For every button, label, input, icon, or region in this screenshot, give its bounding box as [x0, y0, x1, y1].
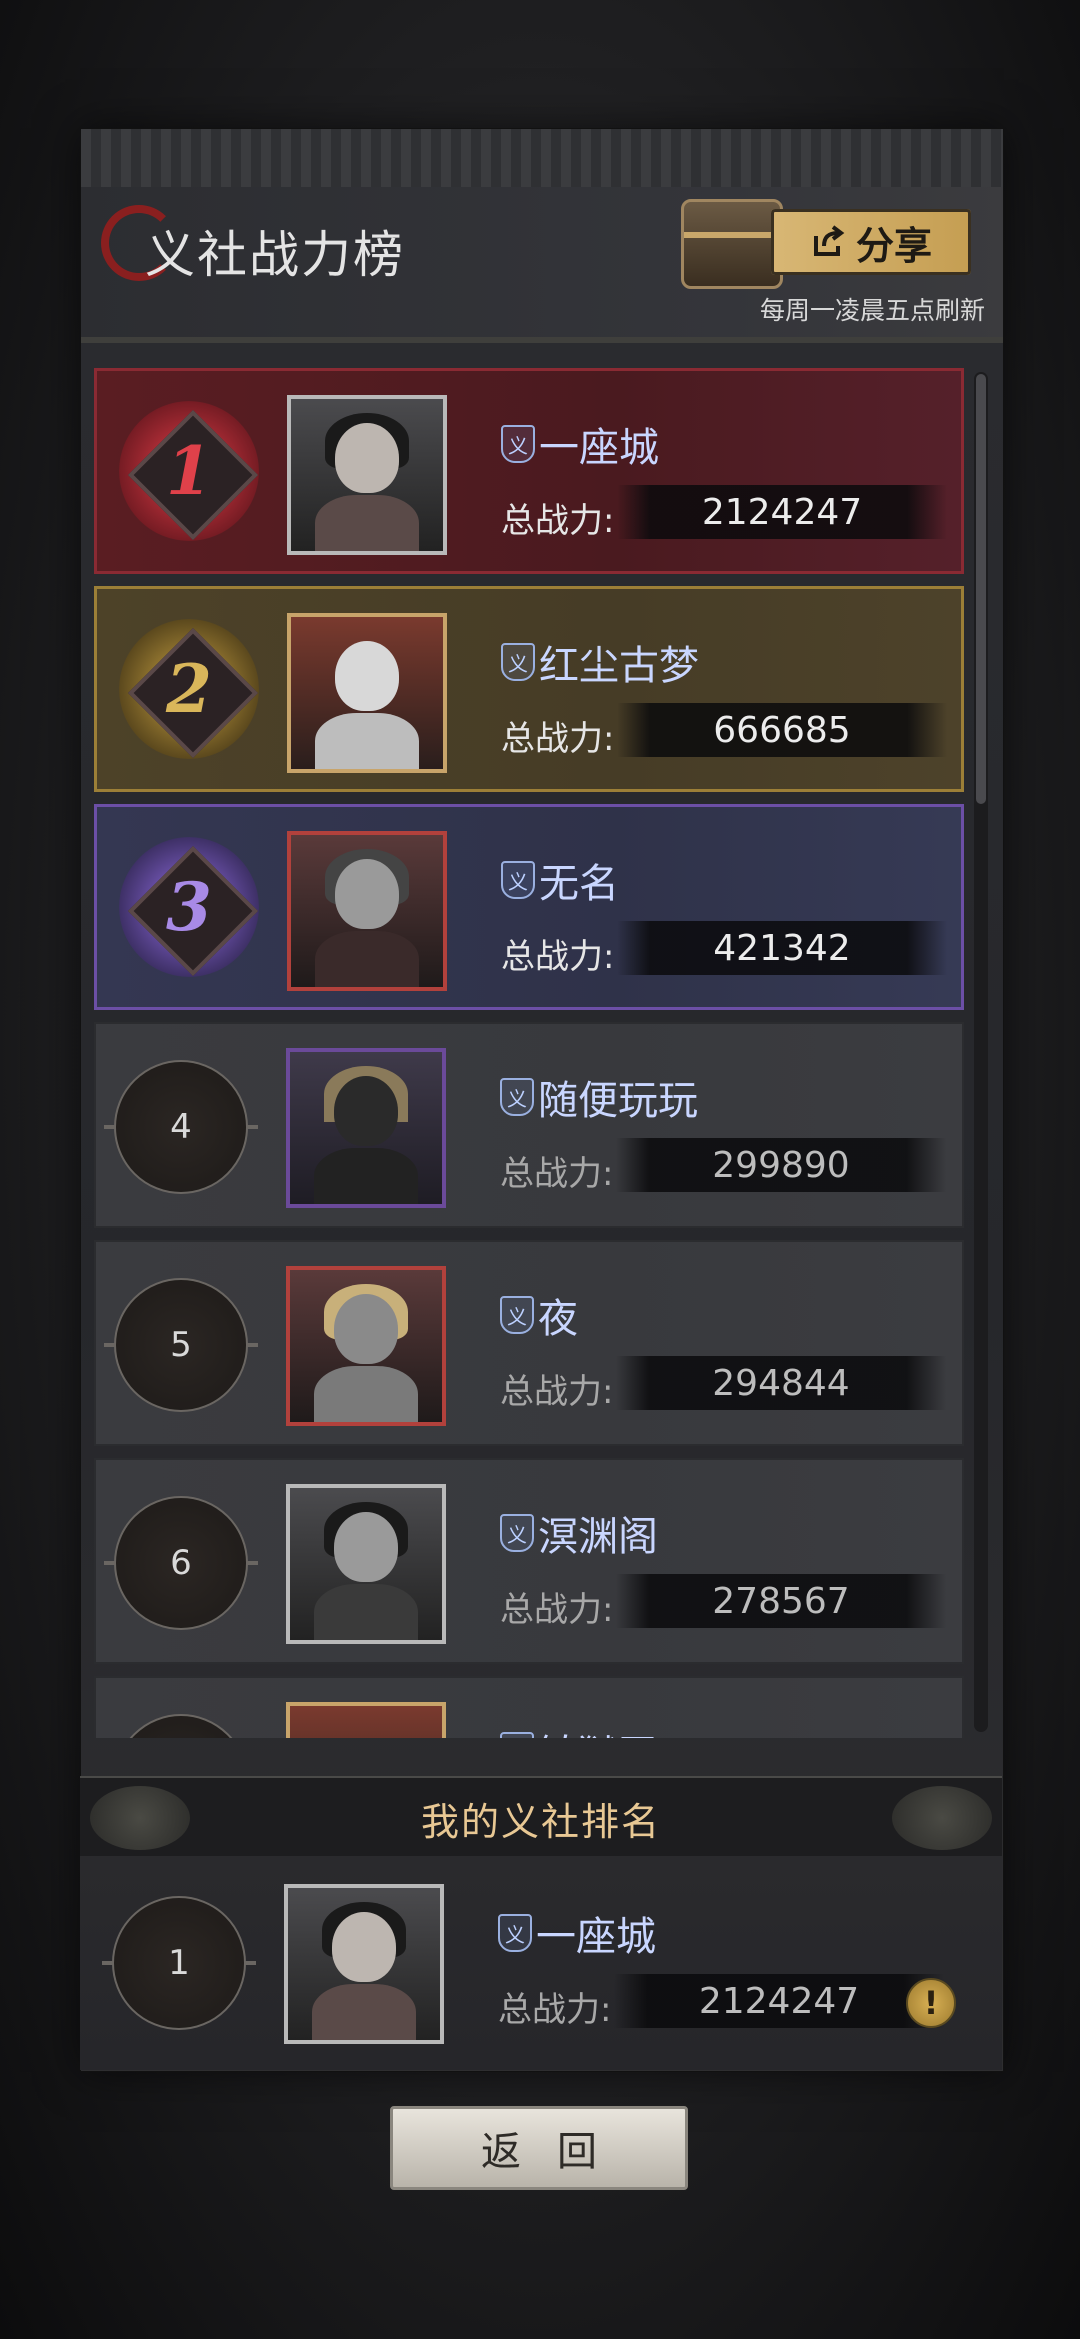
guild-name: 溟渊阁 — [538, 1514, 658, 1560]
guild-name: 无名 — [539, 861, 619, 907]
guild-avatar[interactable] — [286, 1048, 446, 1208]
rank-number: 1 — [102, 1896, 256, 2030]
guild-name-row: 义 随便玩玩 — [500, 1068, 698, 1126]
panel-header: 义社战力榜 分享 每周一凌晨五点刷新 — [81, 187, 1003, 343]
ranking-row-4[interactable]: 4 义 随便玩玩 总战力: 299890 — [94, 1022, 964, 1228]
rank-number: 5 — [104, 1278, 258, 1412]
guild-name-row: 义 无名 — [501, 851, 619, 909]
power-value: 421342 — [617, 921, 947, 975]
power-value: 278567 — [616, 1574, 946, 1628]
power-value: 299890 — [616, 1138, 946, 1192]
refresh-note: 每周一凌晨五点刷新 — [759, 296, 985, 325]
info-warning-icon[interactable]: ! — [906, 1978, 956, 2028]
guild-badge-icon: 义 — [498, 1914, 532, 1952]
cloud-ornament-icon — [90, 1786, 190, 1850]
rank-number: 7 — [114, 1714, 248, 1738]
ranking-row-2[interactable]: 2 义 红尘古梦 总战力: 666685 — [94, 586, 964, 792]
rank-medal-3: 3 — [119, 837, 259, 977]
page-title: 义社战力榜 — [145, 226, 405, 284]
rank-medal-1: 1 — [119, 401, 259, 541]
guild-name: 镇狱司 — [538, 1722, 658, 1738]
guild-name-row: 义 镇狱司 — [500, 1722, 658, 1738]
power-label: 总战力: — [500, 1590, 614, 1630]
power-value: 666685 — [617, 703, 947, 757]
rank-number: 3 — [166, 868, 212, 946]
scrollbar-thumb[interactable] — [976, 374, 986, 804]
rank-number: 2 — [166, 650, 212, 728]
ranking-row-3[interactable]: 3 义 无名 总战力: 421342 — [94, 804, 964, 1010]
rank-number: 4 — [104, 1060, 258, 1194]
guild-badge-icon: 义 — [500, 1732, 534, 1738]
guild-badge-icon: 义 — [501, 643, 535, 681]
guild-name: 随便玩玩 — [538, 1078, 698, 1124]
cloud-ornament-icon — [892, 1786, 992, 1850]
guild-badge-icon: 义 — [500, 1296, 534, 1334]
rank-number: 1 — [166, 432, 212, 510]
guild-avatar[interactable] — [287, 831, 447, 991]
power-label: 总战力: — [500, 1154, 614, 1194]
guild-avatar[interactable] — [286, 1702, 446, 1738]
guild-name: 夜 — [538, 1296, 578, 1342]
guild-name-row: 义 红尘古梦 — [501, 633, 699, 691]
rank-medal-2: 2 — [119, 619, 259, 759]
ranking-row-6[interactable]: 6 义 溟渊阁 总战力: 278567 — [94, 1458, 964, 1664]
guild-avatar[interactable] — [287, 395, 447, 555]
guild-name: 一座城 — [539, 425, 659, 471]
ranking-row-7[interactable]: 7 义 镇狱司 — [94, 1676, 964, 1738]
treasure-chest-icon[interactable] — [681, 199, 783, 289]
power-value: 2124247 — [617, 485, 947, 539]
power-label: 总战力: — [501, 501, 615, 541]
rank-number: 6 — [104, 1496, 258, 1630]
guild-badge-icon: 义 — [500, 1078, 534, 1116]
list-scrollbar[interactable] — [974, 372, 988, 1732]
guild-avatar[interactable] — [286, 1484, 446, 1644]
share-button[interactable]: 分享 — [771, 209, 971, 275]
share-label: 分享 — [855, 223, 932, 268]
power-label: 总战力: — [500, 1372, 614, 1412]
guild-avatar[interactable] — [287, 613, 447, 773]
power-value: 294844 — [616, 1356, 946, 1410]
my-ranking-header: 我的义社排名 — [80, 1776, 1002, 1858]
ranking-list[interactable]: 1 义 一座城 总战力: 2124247 2 义 红尘古梦 总战力: 66668… — [94, 368, 966, 1738]
guild-name-row: 义 一座城 — [501, 415, 659, 473]
my-ranking-entry: 1 义 一座城 总战力: 2124247 ! — [94, 1860, 988, 2066]
guild-avatar[interactable] — [284, 1884, 444, 2044]
guild-avatar[interactable] — [286, 1266, 446, 1426]
guild-badge-icon: 义 — [501, 861, 535, 899]
share-icon — [813, 225, 845, 256]
power-label: 总战力: — [501, 719, 615, 759]
guild-badge-icon: 义 — [501, 425, 535, 463]
guild-name-row: 义 溟渊阁 — [500, 1504, 658, 1562]
guild-badge-icon: 义 — [500, 1514, 534, 1552]
back-button[interactable]: 返回 — [390, 2106, 688, 2190]
guild-name: 一座城 — [536, 1914, 656, 1960]
guild-name-row: 义 一座城 — [498, 1904, 656, 1962]
ranking-row-5[interactable]: 5 义 夜 总战力: 294844 — [94, 1240, 964, 1446]
guild-name: 红尘古梦 — [539, 643, 699, 689]
power-value: 2124247 — [614, 1974, 944, 2028]
guild-name-row: 义 夜 — [500, 1286, 578, 1344]
ranking-row-1[interactable]: 1 义 一座城 总战力: 2124247 — [94, 368, 964, 574]
panel-top-border — [81, 129, 1003, 190]
my-ranking-row[interactable]: 1 义 一座城 总战力: 2124247 ! — [80, 1856, 1002, 2070]
my-ranking-title: 我的义社排名 — [420, 1799, 661, 1844]
power-label: 总战力: — [501, 937, 615, 977]
power-label: 总战力: — [498, 1990, 612, 2030]
